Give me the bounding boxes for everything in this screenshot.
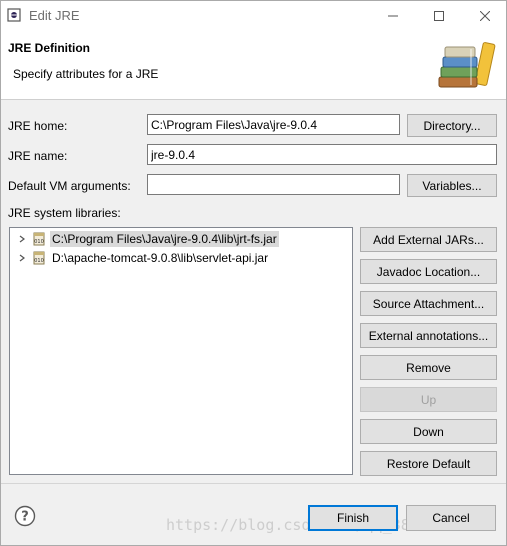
close-icon [480, 11, 490, 21]
chevron-right-icon[interactable] [14, 249, 30, 267]
list-item[interactable]: 010 D:\apache-tomcat-9.0.8\lib\servlet-a… [10, 249, 270, 267]
add-external-jars-button[interactable]: Add External JARs... [360, 227, 497, 252]
external-annotations-button[interactable]: External annotations... [360, 323, 497, 348]
dialog-header: JRE Definition Specify attributes for a … [1, 31, 506, 100]
library-path: D:\apache-tomcat-9.0.8\lib\servlet-api.j… [52, 251, 269, 265]
list-item[interactable]: 010 C:\Program Files\Java\jre-9.0.4\lib\… [10, 230, 279, 248]
close-button[interactable] [462, 1, 506, 31]
variables-button[interactable]: Variables... [407, 174, 497, 197]
down-button[interactable]: Down [360, 419, 497, 444]
library-path: C:\Program Files\Java\jre-9.0.4\lib\jrt-… [50, 231, 279, 247]
jre-name-field[interactable] [147, 144, 497, 165]
maximize-icon [434, 11, 444, 21]
minimize-button[interactable] [370, 1, 416, 31]
vm-args-field[interactable] [147, 174, 400, 195]
chevron-right-icon[interactable] [14, 230, 30, 248]
svg-text:010: 010 [34, 239, 44, 245]
javadoc-location-button[interactable]: Javadoc Location... [360, 259, 497, 284]
eclipse-icon [7, 8, 21, 22]
maximize-button[interactable] [416, 1, 462, 31]
footer-divider [1, 483, 506, 484]
jre-home-field[interactable] [147, 114, 400, 135]
restore-default-button[interactable]: Restore Default [360, 451, 497, 476]
libraries-label: JRE system libraries: [8, 206, 121, 220]
help-icon[interactable]: ? [14, 505, 36, 527]
up-button[interactable]: Up [360, 387, 497, 412]
header-title: JRE Definition [8, 41, 91, 55]
window-title: Edit JRE [29, 8, 80, 23]
jre-name-label: JRE name: [8, 149, 68, 163]
jar-icon: 010 [33, 232, 45, 246]
books-icon [438, 42, 496, 88]
edit-jre-dialog: Edit JRE JRE Definition Specify attribut… [0, 0, 507, 546]
jar-icon: 010 [33, 251, 45, 265]
source-attachment-button[interactable]: Source Attachment... [360, 291, 497, 316]
vm-args-label: Default VM arguments: [8, 179, 131, 193]
remove-button[interactable]: Remove [360, 355, 497, 380]
jre-home-label: JRE home: [8, 119, 68, 133]
svg-text:?: ? [21, 510, 29, 525]
title-bar[interactable]: Edit JRE [1, 1, 506, 31]
libraries-tree[interactable]: 010 C:\Program Files\Java\jre-9.0.4\lib\… [9, 227, 353, 475]
finish-button[interactable]: Finish [308, 505, 398, 531]
svg-text:010: 010 [34, 258, 44, 264]
cancel-button[interactable]: Cancel [406, 505, 496, 531]
minimize-icon [388, 15, 398, 17]
header-subtitle: Specify attributes for a JRE [13, 67, 159, 81]
directory-button[interactable]: Directory... [407, 114, 497, 137]
